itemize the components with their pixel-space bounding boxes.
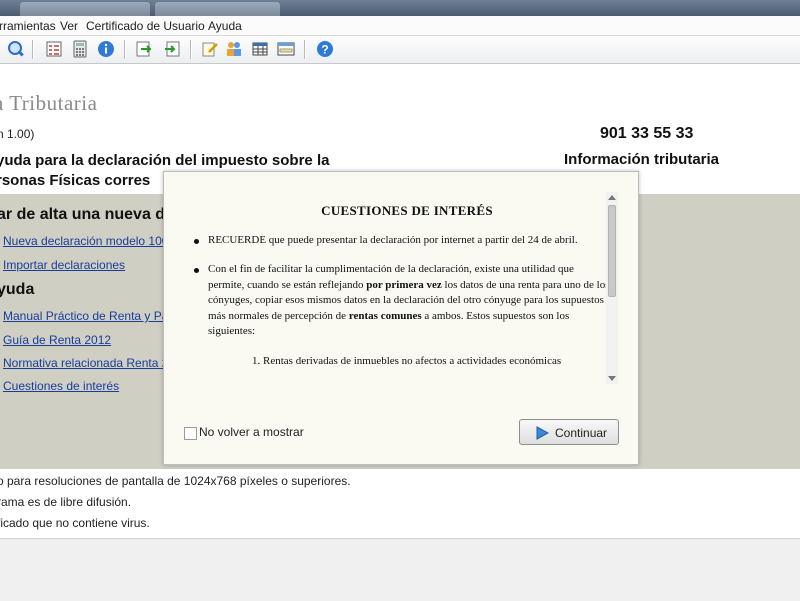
- dialog-title: CUESTIONES DE INTERÉS: [321, 203, 493, 218]
- dialog-scrollbar[interactable]: [606, 192, 618, 384]
- status-area: [0, 538, 800, 601]
- checklist-icon[interactable]: [44, 39, 64, 59]
- section-title-alta: ar de alta una nueva d: [0, 206, 166, 223]
- scroll-up-arrow-icon[interactable]: [608, 195, 616, 200]
- users-icon[interactable]: [224, 39, 244, 59]
- continue-label: Continuar: [555, 426, 608, 440]
- dialog-paragraph-1: RECUERDE que puede presentar la declarac…: [194, 233, 620, 249]
- link-cuestiones[interactable]: Cuestiones de interés: [3, 379, 119, 393]
- heading-line-1: yuda para la declaración del impuesto so…: [0, 152, 330, 169]
- section-title-ayuda: yuda: [0, 281, 35, 298]
- no-mostrar-label[interactable]: No volver a mostrar: [199, 425, 304, 439]
- menu-bar: rramientas Ver Certificado de Usuario Ay…: [0, 16, 800, 36]
- footer-license: rama es de libre difusión.: [0, 495, 132, 509]
- bullet-icon: [194, 238, 199, 244]
- play-icon: [536, 426, 549, 440]
- link-nueva-declaracion[interactable]: Nueva declaración modelo 100: [3, 234, 168, 248]
- scrollbar-thumb[interactable]: [608, 205, 616, 297]
- agency-brand: a Tributaria: [0, 91, 98, 115]
- search-icon[interactable]: [6, 39, 26, 59]
- help-icon[interactable]: ?: [315, 39, 335, 59]
- link-normativa[interactable]: Normativa relacionada Renta 2: [3, 356, 168, 370]
- form-icon[interactable]: [276, 39, 296, 59]
- browser-tab[interactable]: [20, 2, 150, 16]
- toolbar: ?: [0, 36, 800, 64]
- no-mostrar-checkbox[interactable]: [184, 427, 197, 440]
- window-titlebar: [0, 0, 800, 16]
- footer-resolution: o para resoluciones de pantalla de 1024x…: [0, 474, 351, 488]
- menu-herramientas[interactable]: rramientas: [0, 19, 56, 33]
- dialog-paragraph-2: Con el fin de facilitar la cumplimentaci…: [194, 262, 620, 340]
- browser-tab[interactable]: [155, 2, 280, 16]
- menu-ver[interactable]: Ver: [60, 19, 78, 33]
- dialog-list-item-1: 1. Rentas derivadas de inmuebles no afec…: [252, 354, 562, 367]
- link-importar[interactable]: Importar declaraciones: [3, 258, 125, 272]
- cuestiones-dialog: CUESTIONES DE INTERÉS RECUERDE que puede…: [163, 171, 639, 465]
- continue-button[interactable]: Continuar: [519, 419, 619, 445]
- version-label: n 1.00): [0, 127, 35, 141]
- dialog-scroll-content[interactable]: CUESTIONES DE INTERÉS RECUERDE que puede…: [194, 190, 620, 386]
- footer-virus: ficado que no contiene virus.: [0, 516, 150, 530]
- menu-ayuda[interactable]: Ayuda: [208, 19, 242, 33]
- link-guia-renta[interactable]: Guía de Renta 2012: [3, 333, 111, 347]
- edit-icon[interactable]: [200, 39, 220, 59]
- scroll-down-arrow-icon[interactable]: [608, 376, 616, 381]
- import-icon[interactable]: [134, 39, 154, 59]
- info-icon[interactable]: [96, 39, 116, 59]
- calculator-icon[interactable]: [70, 39, 90, 59]
- bullet-icon: [194, 268, 199, 273]
- table-icon[interactable]: [250, 39, 270, 59]
- menu-certificado[interactable]: Certificado de Usuario: [86, 19, 205, 33]
- info-label: Información tributaria: [564, 151, 720, 168]
- export-icon[interactable]: [162, 39, 182, 59]
- svg-text:?: ?: [321, 43, 328, 57]
- link-manual-practico[interactable]: Manual Práctico de Renta y Pa: [3, 309, 168, 323]
- phone-number: 901 33 55 33: [600, 125, 694, 142]
